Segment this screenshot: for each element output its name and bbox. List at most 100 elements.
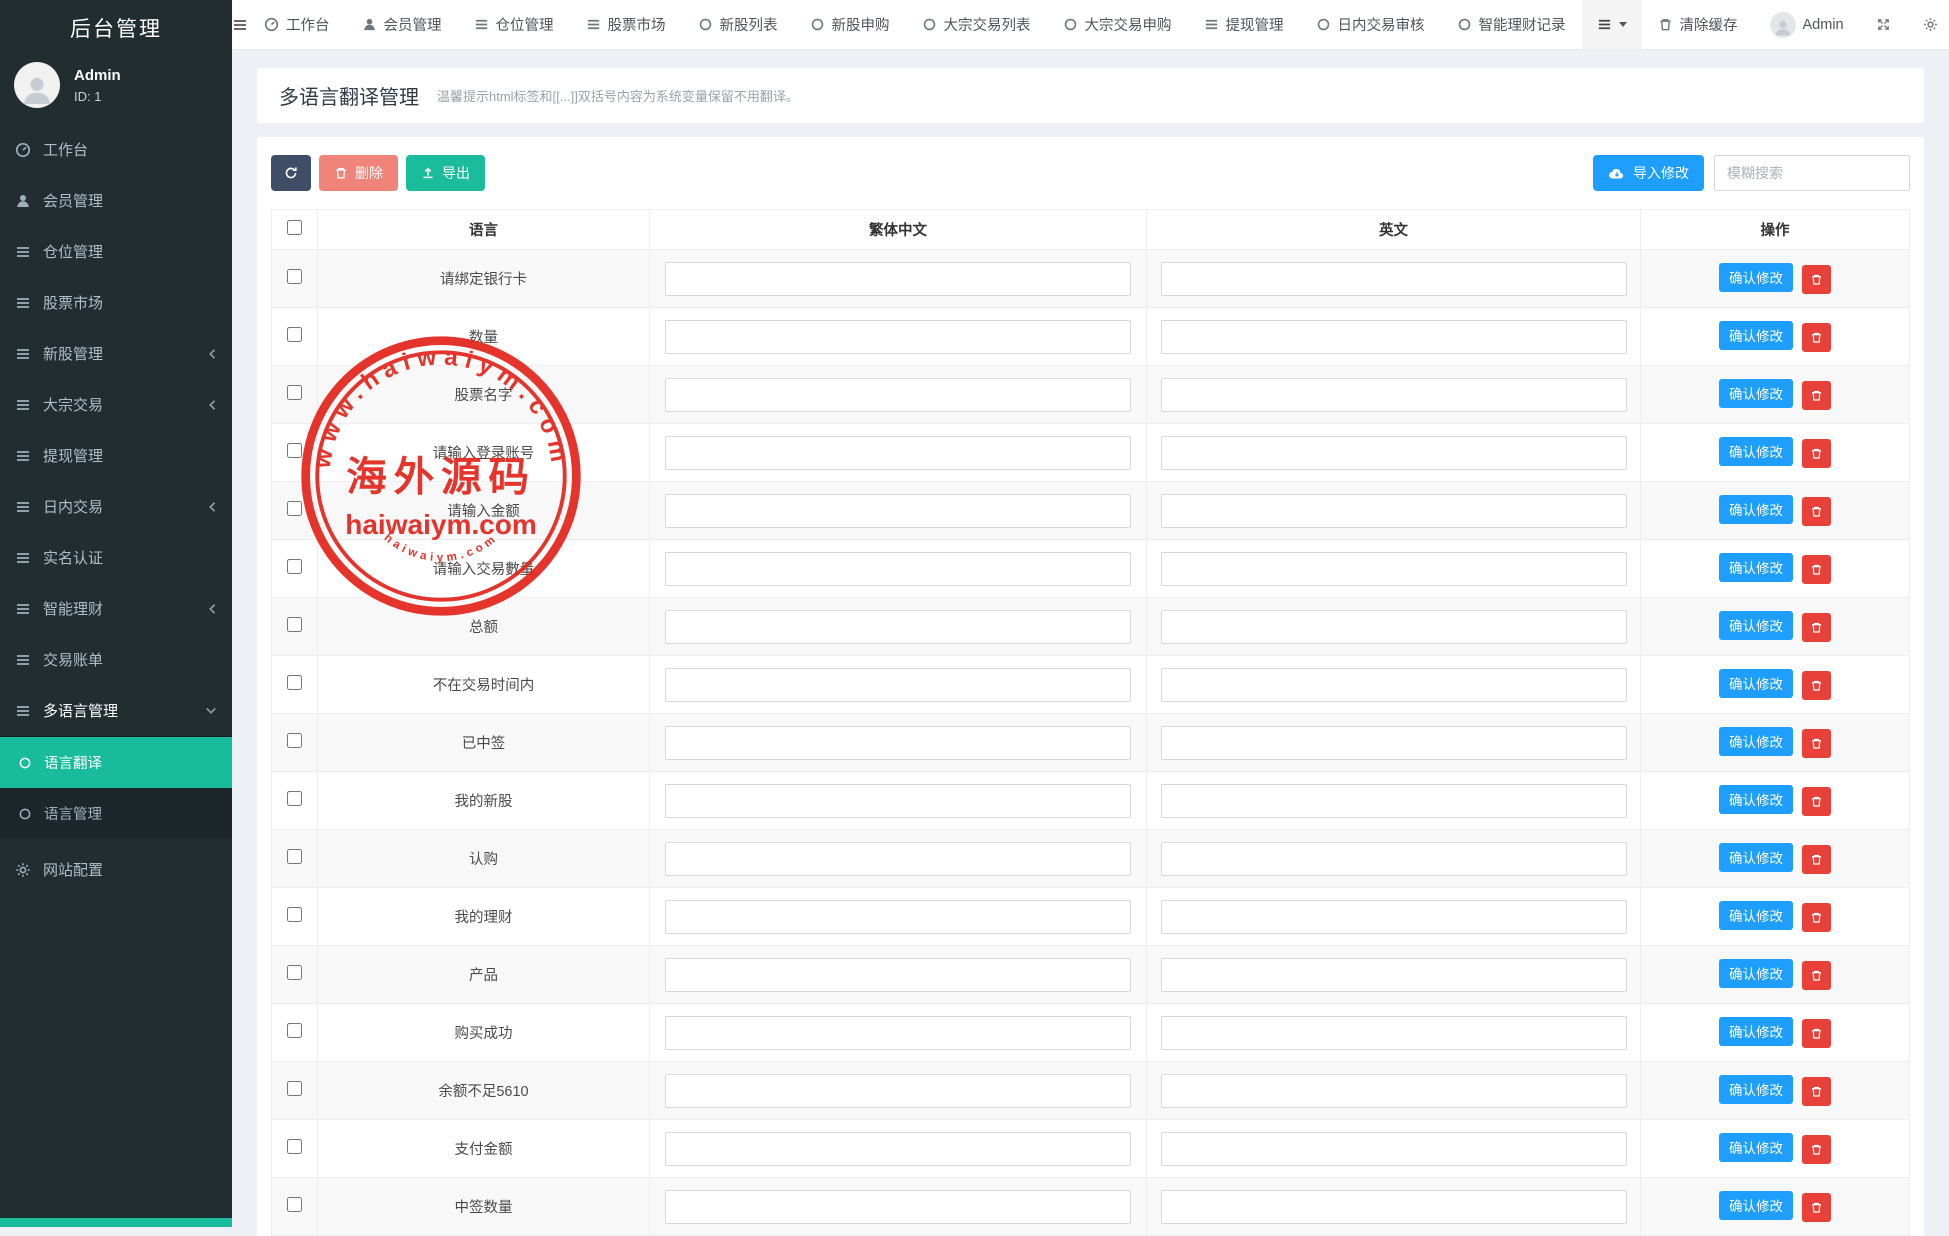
english-input[interactable] bbox=[1161, 1132, 1627, 1166]
delete-row-button[interactable] bbox=[1802, 381, 1831, 410]
row-checkbox[interactable] bbox=[287, 443, 302, 458]
english-input[interactable] bbox=[1161, 320, 1627, 354]
row-checkbox[interactable] bbox=[287, 675, 302, 690]
confirm-edit-button[interactable]: 确认修改 bbox=[1719, 263, 1793, 292]
traditional-chinese-input[interactable] bbox=[665, 668, 1131, 702]
traditional-chinese-input[interactable] bbox=[665, 436, 1131, 470]
english-input[interactable] bbox=[1161, 494, 1627, 528]
nav-item-withdrawals[interactable]: 提现管理 bbox=[1188, 0, 1300, 49]
delete-row-button[interactable] bbox=[1802, 845, 1831, 874]
sidebar-subitem-language-translate[interactable]: 语言翻译 bbox=[0, 737, 232, 788]
delete-row-button[interactable] bbox=[1802, 613, 1831, 642]
sidebar-item-withdrawals[interactable]: 提现管理 bbox=[0, 430, 232, 481]
traditional-chinese-input[interactable] bbox=[665, 610, 1131, 644]
confirm-edit-button[interactable]: 确认修改 bbox=[1719, 379, 1793, 408]
english-input[interactable] bbox=[1161, 1016, 1627, 1050]
row-checkbox[interactable] bbox=[287, 849, 302, 864]
sidebar-item-kyc[interactable]: 实名认证 bbox=[0, 532, 232, 583]
confirm-edit-button[interactable]: 确认修改 bbox=[1719, 785, 1793, 814]
confirm-edit-button[interactable]: 确认修改 bbox=[1719, 321, 1793, 350]
row-checkbox[interactable] bbox=[287, 1139, 302, 1154]
english-input[interactable] bbox=[1161, 1190, 1627, 1224]
row-checkbox[interactable] bbox=[287, 501, 302, 516]
traditional-chinese-input[interactable] bbox=[665, 378, 1131, 412]
confirm-edit-button[interactable]: 确认修改 bbox=[1719, 901, 1793, 930]
traditional-chinese-input[interactable] bbox=[665, 494, 1131, 528]
delete-row-button[interactable] bbox=[1802, 555, 1831, 584]
confirm-edit-button[interactable]: 确认修改 bbox=[1719, 495, 1793, 524]
english-input[interactable] bbox=[1161, 1074, 1627, 1108]
confirm-edit-button[interactable]: 确认修改 bbox=[1719, 727, 1793, 756]
traditional-chinese-input[interactable] bbox=[665, 842, 1131, 876]
traditional-chinese-input[interactable] bbox=[665, 726, 1131, 760]
nav-item-positions[interactable]: 仓位管理 bbox=[458, 0, 570, 49]
row-checkbox[interactable] bbox=[287, 1023, 302, 1038]
nav-item-intraday-review[interactable]: 日内交易审核 bbox=[1300, 0, 1441, 49]
sidebar-item-dashboard[interactable]: 工作台 bbox=[0, 124, 232, 175]
nav-menu-dropdown[interactable] bbox=[1582, 0, 1642, 49]
sidebar-item-stock-market[interactable]: 股票市场 bbox=[0, 277, 232, 328]
english-input[interactable] bbox=[1161, 726, 1627, 760]
english-input[interactable] bbox=[1161, 262, 1627, 296]
search-input[interactable] bbox=[1714, 155, 1910, 191]
traditional-chinese-input[interactable] bbox=[665, 1132, 1131, 1166]
confirm-edit-button[interactable]: 确认修改 bbox=[1719, 611, 1793, 640]
import-edit-button[interactable]: 导入修改 bbox=[1593, 155, 1704, 191]
english-input[interactable] bbox=[1161, 378, 1627, 412]
english-input[interactable] bbox=[1161, 842, 1627, 876]
confirm-edit-button[interactable]: 确认修改 bbox=[1719, 1017, 1793, 1046]
export-button[interactable]: 导出 bbox=[406, 155, 485, 191]
traditional-chinese-input[interactable] bbox=[665, 784, 1131, 818]
confirm-edit-button[interactable]: 确认修改 bbox=[1719, 843, 1793, 872]
row-checkbox[interactable] bbox=[287, 965, 302, 980]
row-checkbox[interactable] bbox=[287, 269, 302, 284]
row-checkbox[interactable] bbox=[287, 559, 302, 574]
admin-account[interactable]: Admin bbox=[1754, 0, 1860, 49]
row-checkbox[interactable] bbox=[287, 617, 302, 632]
delete-row-button[interactable] bbox=[1802, 671, 1831, 700]
row-checkbox[interactable] bbox=[287, 385, 302, 400]
english-input[interactable] bbox=[1161, 610, 1627, 644]
confirm-edit-button[interactable]: 确认修改 bbox=[1719, 553, 1793, 582]
sidebar-item-trade-bills[interactable]: 交易账单 bbox=[0, 634, 232, 685]
nav-item-block-trade-apply[interactable]: 大宗交易申购 bbox=[1047, 0, 1188, 49]
english-input[interactable] bbox=[1161, 784, 1627, 818]
nav-item-new-share-apply[interactable]: 新股申购 bbox=[794, 0, 906, 49]
confirm-edit-button[interactable]: 确认修改 bbox=[1719, 1075, 1793, 1104]
traditional-chinese-input[interactable] bbox=[665, 1074, 1131, 1108]
delete-row-button[interactable] bbox=[1802, 1019, 1831, 1048]
delete-row-button[interactable] bbox=[1802, 1135, 1831, 1164]
nav-item-stock-market[interactable]: 股票市场 bbox=[570, 0, 682, 49]
nav-item-new-share-list[interactable]: 新股列表 bbox=[682, 0, 794, 49]
sidebar-subitem-language-manage[interactable]: 语言管理 bbox=[0, 788, 232, 839]
row-checkbox[interactable] bbox=[287, 733, 302, 748]
delete-row-button[interactable] bbox=[1802, 323, 1831, 352]
delete-row-button[interactable] bbox=[1802, 729, 1831, 758]
delete-row-button[interactable] bbox=[1802, 903, 1831, 932]
sidebar-item-new-shares[interactable]: 新股管理 bbox=[0, 328, 232, 379]
delete-row-button[interactable] bbox=[1802, 1077, 1831, 1106]
row-checkbox[interactable] bbox=[287, 1197, 302, 1212]
english-input[interactable] bbox=[1161, 436, 1627, 470]
sidebar-item-multilanguage[interactable]: 多语言管理 bbox=[0, 685, 232, 736]
traditional-chinese-input[interactable] bbox=[665, 1190, 1131, 1224]
sidebar-item-members[interactable]: 会员管理 bbox=[0, 175, 232, 226]
confirm-edit-button[interactable]: 确认修改 bbox=[1719, 1191, 1793, 1220]
fullscreen-button[interactable] bbox=[1860, 0, 1907, 49]
delete-button[interactable]: 删除 bbox=[319, 155, 398, 191]
nav-item-dashboard[interactable]: 工作台 bbox=[248, 0, 346, 49]
confirm-edit-button[interactable]: 确认修改 bbox=[1719, 959, 1793, 988]
delete-row-button[interactable] bbox=[1802, 265, 1831, 294]
traditional-chinese-input[interactable] bbox=[665, 958, 1131, 992]
refresh-button[interactable] bbox=[271, 155, 311, 191]
delete-row-button[interactable] bbox=[1802, 439, 1831, 468]
traditional-chinese-input[interactable] bbox=[665, 1016, 1131, 1050]
row-checkbox[interactable] bbox=[287, 907, 302, 922]
row-checkbox[interactable] bbox=[287, 327, 302, 342]
nav-item-smart-invest-records[interactable]: 智能理财记录 bbox=[1441, 0, 1582, 49]
confirm-edit-button[interactable]: 确认修改 bbox=[1719, 1133, 1793, 1162]
clear-cache-button[interactable]: 清除缓存 bbox=[1642, 0, 1754, 49]
nav-item-members[interactable]: 会员管理 bbox=[346, 0, 458, 49]
english-input[interactable] bbox=[1161, 552, 1627, 586]
row-checkbox[interactable] bbox=[287, 1081, 302, 1096]
